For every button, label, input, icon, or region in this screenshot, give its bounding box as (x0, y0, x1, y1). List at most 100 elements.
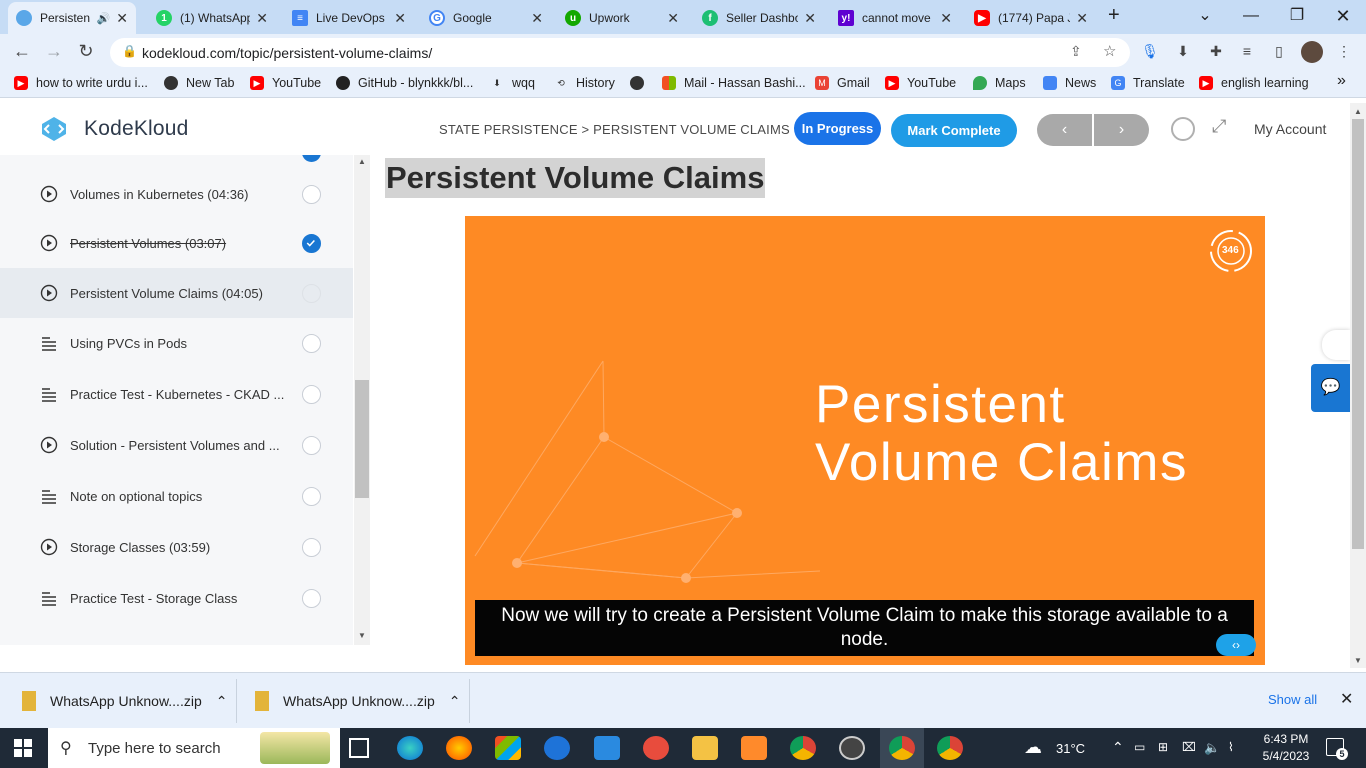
mail-icon[interactable] (594, 736, 620, 760)
file-explorer-icon[interactable] (692, 736, 718, 760)
star-icon[interactable]: ☆ (1103, 42, 1116, 60)
weather-cloud-icon[interactable]: ☁ (1024, 737, 1042, 758)
lesson-status-icon[interactable] (302, 486, 321, 506)
taskbar-search-box[interactable]: ⚲ Type here to search (48, 728, 340, 768)
tab-yahoo[interactable]: y! cannot move ✕ (830, 4, 960, 32)
menu-kebab-icon[interactable]: ⋮ (1335, 43, 1353, 61)
lesson-item[interactable]: Volumes in Kubernetes (04:36) (0, 169, 353, 219)
reading-list-icon[interactable]: ≡ (1238, 43, 1256, 61)
voice-assistant-icon[interactable] (1322, 330, 1350, 360)
window-close-icon[interactable]: ✕ (1320, 4, 1366, 28)
scroll-up-icon[interactable]: ▲ (358, 157, 366, 166)
tab-whatsapp[interactable]: 1 (1) WhatsApp ✕ (148, 4, 276, 32)
lesson-item[interactable]: Practice Test - Storage Class (0, 573, 353, 623)
tab-youtube[interactable]: ▶ (1774) Papa J ✕ (966, 4, 1096, 32)
lesson-status-icon[interactable] (302, 184, 321, 204)
download-item[interactable]: WhatsApp Unknow....zip ⌃ (255, 673, 465, 729)
microphone-icon[interactable]: 🎙 (1141, 43, 1159, 61)
obs-icon[interactable] (839, 736, 865, 760)
close-icon[interactable]: ✕ (1076, 10, 1088, 27)
back-icon[interactable]: ← (10, 41, 34, 62)
dark-mode-toggle-icon[interactable] (1171, 117, 1195, 141)
bookmarks-overflow-button[interactable]: » (1337, 72, 1346, 90)
chat-widget-button[interactable]: 💬 (1311, 364, 1350, 412)
chrome-icon[interactable] (790, 736, 816, 760)
speaker-icon[interactable]: 🔊 (97, 12, 111, 25)
tab-upwork[interactable]: u Upwork ✕ (557, 4, 687, 32)
scroll-down-icon[interactable]: ▼ (1354, 656, 1362, 665)
lesson-check-done-icon[interactable] (302, 233, 321, 253)
minimize-icon[interactable]: — (1228, 4, 1274, 28)
app-swirl-icon[interactable] (643, 736, 669, 760)
close-icon[interactable]: ✕ (256, 10, 268, 27)
restore-icon[interactable]: ❐ (1274, 4, 1320, 28)
lesson-status-icon[interactable] (302, 333, 321, 353)
status-badge[interactable]: In Progress (794, 112, 881, 145)
sidebar-scrollbar[interactable]: ▲ ▼ (354, 155, 370, 645)
close-icon[interactable]: ✕ (940, 10, 952, 27)
page-scrollbar[interactable]: ▲ ▼ (1350, 103, 1366, 668)
expand-icon[interactable]: ⤢ (1212, 116, 1226, 137)
previous-lesson-button[interactable]: ‹ (1037, 114, 1092, 146)
tab-seller-dashboard[interactable]: f Seller Dashbo ✕ (694, 4, 824, 32)
settings-app-icon[interactable] (741, 736, 767, 760)
battery-icon[interactable]: ▭ (1134, 740, 1145, 754)
lesson-item[interactable]: Solution - Persistent Volumes and ... (0, 420, 353, 470)
chrome-profile-h-icon[interactable] (937, 736, 963, 760)
close-icon[interactable]: ✕ (531, 10, 543, 27)
close-icon[interactable]: ✕ (394, 10, 406, 27)
clock-time[interactable]: 6:43 PM (1258, 732, 1314, 746)
lesson-status-icon[interactable] (302, 384, 321, 404)
bookmark-item[interactable]: New Tab (164, 76, 234, 90)
edge-icon[interactable] (397, 736, 423, 760)
download-extension-icon[interactable]: ⬇ (1174, 43, 1192, 61)
lesson-item[interactable]: Persistent Volumes (03:07) (0, 218, 353, 268)
bookmark-item[interactable]: GitHub - blynkkk/bl... (336, 76, 473, 90)
bookmark-item[interactable]: ⬇ wqq (490, 76, 535, 90)
mark-complete-button[interactable]: Mark Complete (891, 114, 1017, 147)
bookmark-item[interactable]: ▶ YouTube (885, 76, 956, 90)
tab-google[interactable]: G Google ✕ (421, 4, 551, 32)
bookmark-item[interactable]: ▶ YouTube (250, 76, 321, 90)
lesson-status-icon[interactable] (302, 588, 321, 608)
bookmark-item[interactable]: ▶ english learning (1199, 76, 1309, 90)
new-tab-button[interactable]: + (1108, 4, 1120, 27)
microsoft-store-icon[interactable] (495, 736, 521, 760)
sidebar-scroll-thumb[interactable] (355, 380, 369, 498)
share-icon[interactable]: ⇪ (1070, 43, 1082, 60)
lesson-status-icon[interactable] (302, 283, 321, 303)
video-player[interactable]: 346 Persistent Volume Claims Now we will… (465, 216, 1265, 665)
next-lesson-button[interactable]: › (1094, 114, 1149, 146)
forward-icon[interactable]: → (42, 41, 66, 62)
task-view-icon[interactable] (349, 738, 369, 758)
bookmark-item[interactable]: News (1043, 76, 1096, 90)
chevron-up-icon[interactable]: ⌃ (216, 693, 228, 710)
bookmark-item[interactable]: ▶ how to write urdu i... (14, 76, 148, 90)
breadcrumb[interactable]: STATE PERSISTENCE > PERSISTENT VOLUME CL… (439, 122, 790, 137)
scroll-up-icon[interactable]: ▲ (1354, 107, 1362, 116)
volume-icon[interactable]: 🔈 (1204, 740, 1220, 756)
my-account-link[interactable]: My Account (1254, 121, 1326, 137)
network-icon[interactable]: ⊞ (1158, 740, 1168, 754)
scroll-down-icon[interactable]: ▼ (358, 631, 366, 640)
bookmark-item[interactable] (630, 76, 652, 90)
lesson-status-icon[interactable] (302, 435, 321, 455)
wifi-icon[interactable]: ⌇ (1228, 740, 1234, 754)
lesson-item-current[interactable]: Persistent Volume Claims (04:05) (0, 268, 353, 318)
close-downloads-icon[interactable]: ✕ (1340, 689, 1353, 709)
bookmark-item[interactable]: Maps (973, 76, 1026, 90)
tab-search-chevron-icon[interactable]: ⌄ (1182, 4, 1228, 28)
bookmark-item[interactable]: ⟲ History (554, 76, 615, 90)
lesson-status-icon[interactable] (302, 537, 321, 557)
bookmark-item[interactable]: M Gmail (815, 76, 870, 90)
logo[interactable]: KodeKloud (34, 115, 189, 143)
close-icon[interactable]: ✕ (667, 10, 679, 27)
bookmark-item[interactable]: G Translate (1111, 76, 1185, 90)
lesson-item[interactable]: Practice Test - Kubernetes - CKAD ... (0, 369, 353, 419)
firefox-icon[interactable] (446, 736, 472, 760)
bookmark-item[interactable]: Mail - Hassan Bashi... (662, 76, 806, 90)
close-icon[interactable]: ✕ (116, 10, 128, 27)
windows-start-icon[interactable] (14, 739, 32, 757)
extensions-puzzle-icon[interactable]: ✚ (1207, 43, 1225, 61)
chevron-up-icon[interactable]: ⌃ (449, 693, 461, 710)
